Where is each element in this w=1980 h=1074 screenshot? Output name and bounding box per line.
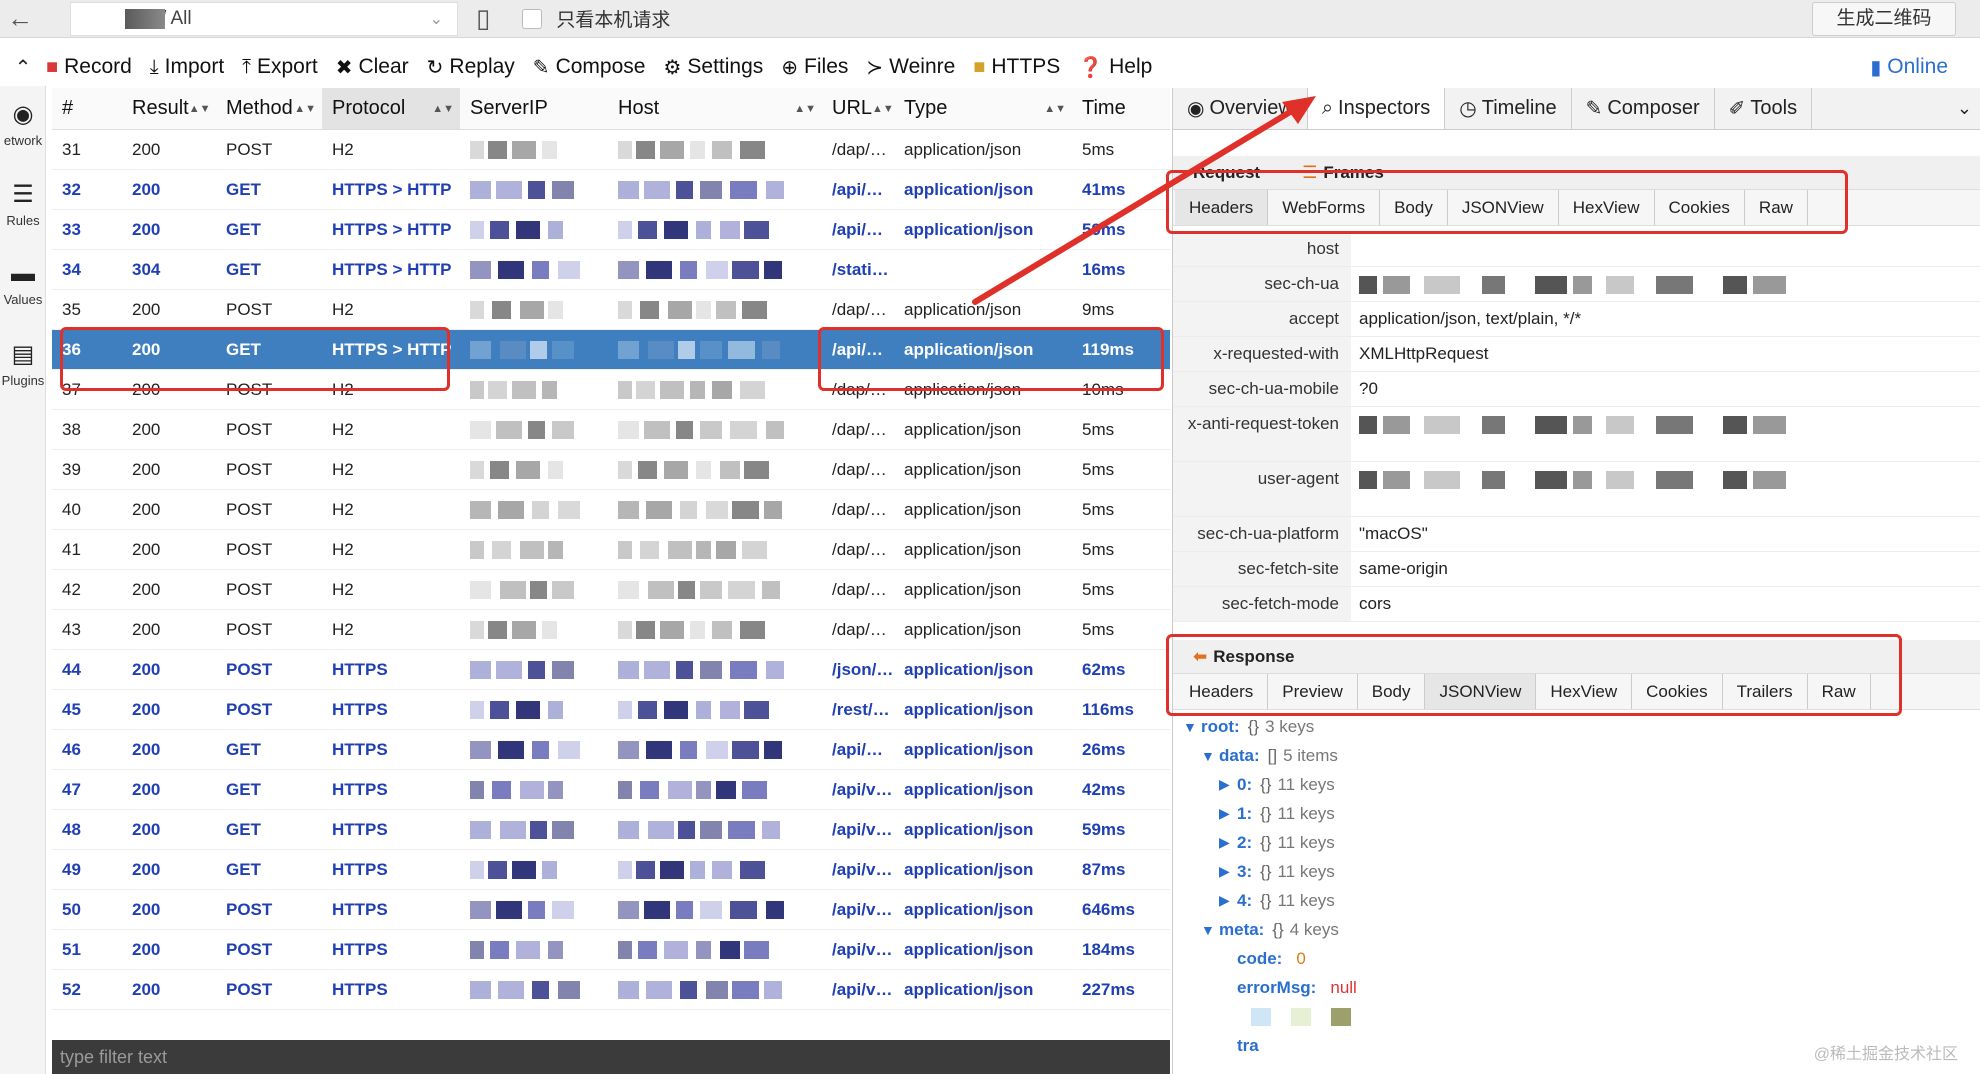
annotation-arrow [972, 96, 1316, 305]
watermark: @稀土掘金技术社区 [1813, 1046, 1958, 1063]
